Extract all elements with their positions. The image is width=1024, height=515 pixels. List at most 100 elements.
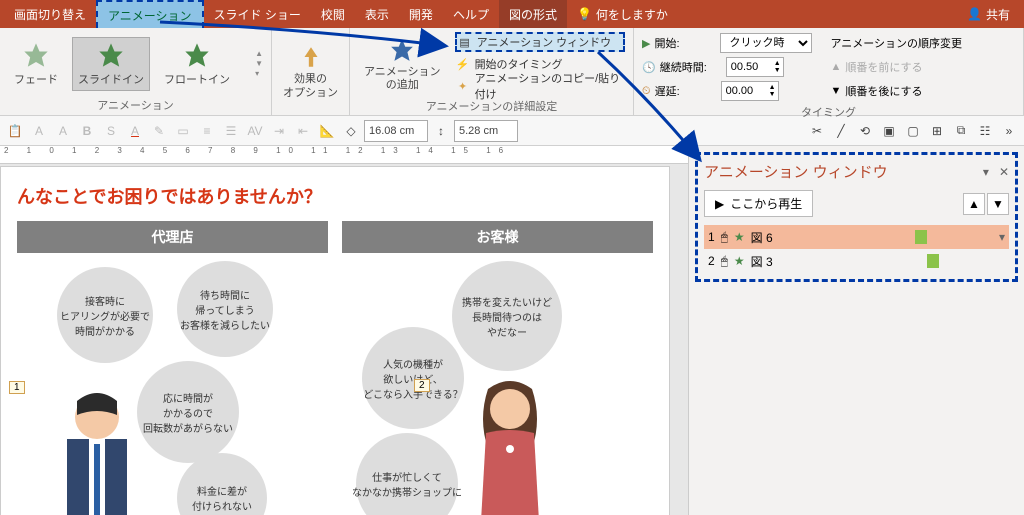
ruler: 2 1 0 1 2 3 4 5 6 7 8 9 10 11 12 13 14 1… (0, 146, 688, 164)
pane-icon: ▤ (457, 34, 473, 50)
anim-tag-1[interactable]: 1 (9, 381, 25, 394)
group-label: アニメーションの詳細設定 (358, 96, 625, 114)
share-button[interactable]: 👤 共有 (957, 6, 1020, 23)
paste-icon[interactable]: 📋 (4, 120, 26, 142)
group-advanced: アニメーション の追加 ▤ アニメーション ウィンドウ ⚡ 開始のタイミング ✦… (350, 28, 634, 115)
anim-tag-2[interactable]: 2 (414, 379, 430, 392)
delay-icon: ⏲ (642, 85, 651, 98)
clock-icon: 🕓 (642, 61, 656, 74)
brush-icon: ✦ (455, 78, 471, 94)
group-icon[interactable]: ⧉ (950, 120, 972, 142)
animation-painter-button[interactable]: ✦ アニメーションのコピー/貼り付け (455, 76, 625, 96)
star-plus-icon (388, 36, 416, 64)
highlight-icon[interactable]: ✎ (148, 120, 170, 142)
tab-developer[interactable]: 開発 (399, 0, 443, 28)
workarea: 2 1 0 1 2 3 4 5 6 7 8 9 10 11 12 13 14 1… (0, 146, 1024, 515)
tell-me[interactable]: 💡 何をしますか (567, 6, 678, 23)
chevron-down-icon[interactable]: ▾ (999, 230, 1005, 244)
bold-icon[interactable]: B (76, 120, 98, 142)
effect-options-button[interactable]: 効果の オプション (277, 39, 344, 103)
shape-icon[interactable]: ◇ (340, 120, 362, 142)
start-select[interactable]: クリック時 (720, 33, 812, 53)
outdent-icon[interactable]: ⇤ (292, 120, 314, 142)
bubble: 人気の機種が 欲しいけど、 どこなら入手できる？ (362, 327, 464, 429)
group-timing: ▶ 開始: クリック時 🕓 継続時間: 00.50▲▼ ⏲ 遅延: 00.00▲… (634, 28, 1024, 115)
anim-floatin[interactable]: フロートイン (158, 37, 236, 91)
down-icon: ▼ (830, 85, 841, 97)
up-icon: ▲ (830, 61, 841, 73)
chevron-right-icon[interactable]: » (998, 120, 1020, 142)
font-increase-icon[interactable]: A (28, 120, 50, 142)
ruler-icon[interactable]: 📐 (316, 120, 338, 142)
col2-head: お客様 (342, 221, 653, 253)
lightbulb-icon: 💡 (577, 7, 592, 21)
start-label: 開始: (654, 35, 716, 51)
strike-icon[interactable]: S (100, 120, 122, 142)
fill-icon[interactable]: ▭ (172, 120, 194, 142)
send-back-icon[interactable]: ▢ (902, 120, 924, 142)
menubar: 画面切り替え アニメーション スライド ショー 校閲 表示 開発 ヘルプ 図の形… (0, 0, 1024, 28)
list-icon[interactable]: ☰ (220, 120, 242, 142)
col1-head: 代理店 (17, 221, 328, 253)
bring-front-icon[interactable]: ▣ (878, 120, 900, 142)
star-icon: ★ (734, 230, 745, 244)
move-earlier-button[interactable]: ▲ 順番を前にする (830, 56, 962, 78)
bubble: 仕事が忙しくて なかなか携帯ショップに (356, 433, 458, 515)
bubble: 応に時間が かかるので 回転数があがらない (137, 361, 239, 463)
group-animation: フェード スライドイン フロートイン ▲▼▾ アニメーション (0, 28, 272, 115)
spacing-icon[interactable]: AV (244, 120, 266, 142)
anim-fade[interactable]: フェード (8, 37, 64, 91)
delay-spin[interactable]: 00.00▲▼ (721, 81, 779, 101)
star-icon (97, 41, 125, 69)
crop-icon[interactable]: ✂ (806, 120, 828, 142)
animation-pane-button[interactable]: ▤ アニメーション ウィンドウ (455, 32, 625, 52)
line-icon[interactable]: ╱ (830, 120, 852, 142)
align-icon[interactable]: ≡ (196, 120, 218, 142)
tab-view[interactable]: 表示 (355, 0, 399, 28)
move-up-button[interactable]: ▲ (963, 193, 985, 215)
duration-spin[interactable]: 00.50▲▼ (726, 57, 784, 77)
tab-review[interactable]: 校閲 (311, 0, 355, 28)
tab-help[interactable]: ヘルプ (443, 0, 499, 28)
selection-pane-icon[interactable]: ☷ (974, 120, 996, 142)
mouse-icon: 🖱 (721, 254, 728, 269)
width-field[interactable]: 16.08 cm (364, 120, 428, 142)
play-icon: ▶ (642, 37, 650, 50)
anim-slidein[interactable]: スライドイン (72, 37, 150, 91)
slide[interactable]: んなことでお困りではありませんか？ 代理店 接客時に ヒアリングが必要で 時間が… (0, 166, 670, 515)
slide-canvas[interactable]: 2 1 0 1 2 3 4 5 6 7 8 9 10 11 12 13 14 1… (0, 146, 688, 515)
bubble: 接客時に ヒアリングが必要で 時間がかかる (57, 267, 153, 363)
star-icon (22, 41, 50, 69)
anim-list-item[interactable]: 2 🖱 ★ 図 3 (704, 249, 1009, 273)
timeline-bar (915, 230, 927, 244)
delay-label: 遅延: (655, 83, 717, 99)
font-color-icon[interactable]: A (124, 120, 146, 142)
tab-animations[interactable]: アニメーション (96, 0, 204, 28)
tab-picture-format[interactable]: 図の形式 (499, 0, 567, 28)
height-field[interactable]: 5.28 cm (454, 120, 518, 142)
add-animation-button[interactable]: アニメーション の追加 (358, 32, 447, 96)
play-from-button[interactable]: ▶ ここから再生 (704, 190, 813, 217)
chevron-down-icon[interactable]: ▾ (983, 165, 989, 179)
gallery-scroll[interactable]: ▲▼▾ (255, 49, 263, 78)
anim-list-item[interactable]: 1 🖱 ★ 図 6 ▾ (704, 225, 1009, 249)
align-obj-icon[interactable]: ⊞ (926, 120, 948, 142)
font-decrease-icon[interactable]: A (52, 120, 74, 142)
height-icon[interactable]: ↕ (430, 120, 452, 142)
lightning-icon: ⚡ (455, 56, 471, 72)
tab-slideshow[interactable]: スライド ショー (204, 0, 311, 28)
person-male (47, 389, 147, 515)
format-toolbar: 📋 A A B S A ✎ ▭ ≡ ☰ AV ⇥ ⇤ 📐 ◇ 16.08 cm … (0, 116, 1024, 146)
timeline-bar (927, 254, 939, 268)
move-down-button[interactable]: ▼ (987, 193, 1009, 215)
duration-label: 継続時間: (660, 59, 722, 75)
indent-icon[interactable]: ⇥ (268, 120, 290, 142)
star-icon (183, 41, 211, 69)
move-later-button[interactable]: ▼ 順番を後にする (830, 80, 962, 102)
star-icon: ★ (734, 254, 745, 268)
play-icon: ▶ (715, 197, 724, 211)
tab-transitions[interactable]: 画面切り替え (4, 0, 96, 28)
slide-title: んなことでお困りではありませんか？ (17, 183, 653, 209)
close-icon[interactable]: ✕ (999, 165, 1009, 179)
rotate-icon[interactable]: ⟲ (854, 120, 876, 142)
